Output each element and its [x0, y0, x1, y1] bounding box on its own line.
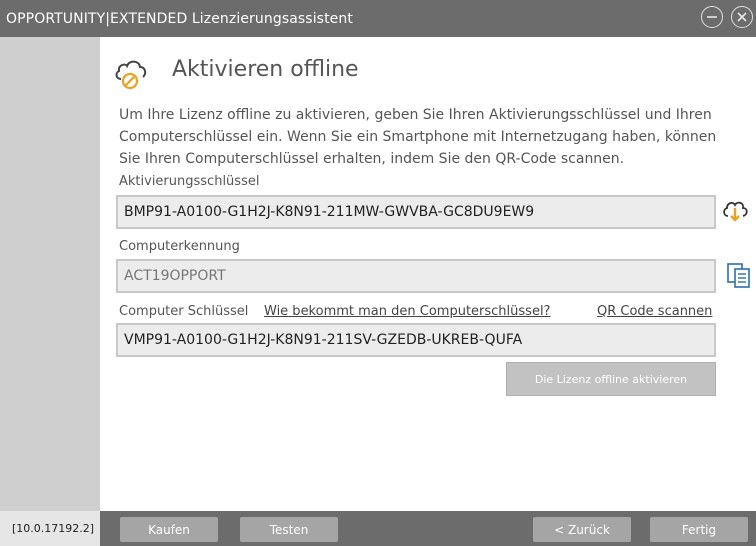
title-bar: OPPORTUNITY|EXTENDED Lizenzierungsassist… — [0, 0, 756, 37]
copy-icon[interactable] — [726, 262, 752, 292]
computer-id-field: ACT19OPPORT — [116, 259, 716, 293]
activate-offline-button[interactable]: Die Lizenz offline aktivieren — [506, 362, 716, 396]
minimize-icon[interactable] — [701, 6, 723, 28]
activation-key-field[interactable]: BMP91-A0100-G1H2J-K8N91-211MW-GWVBA-GC8D… — [116, 195, 716, 229]
sidebar — [0, 37, 100, 511]
back-button[interactable]: < Zurück — [533, 517, 631, 542]
close-icon[interactable] — [731, 6, 753, 28]
computer-id-label: Computerkennung — [119, 239, 240, 254]
test-button[interactable]: Testen — [240, 517, 338, 542]
finish-button[interactable]: Fertig — [650, 517, 748, 542]
computer-key-field[interactable]: VMP91-A0100-G1H2J-K8N91-211SV-GZEDB-UKRE… — [116, 323, 716, 357]
activation-key-label: Aktivierungsschlüssel — [119, 174, 260, 189]
cloud-offline-icon — [113, 55, 149, 91]
license-wizard-window: OPPORTUNITY|EXTENDED Lizenzierungsassist… — [0, 0, 756, 546]
page-title: Aktivieren offline — [172, 57, 359, 82]
cloud-download-icon[interactable] — [722, 198, 748, 228]
computer-key-help-link[interactable]: Wie bekommt man den Computerschlüssel? — [264, 304, 550, 319]
version-label: [10.0.17192.2] — [12, 522, 95, 535]
computer-key-label: Computer Schlüssel — [119, 304, 249, 319]
buy-button[interactable]: Kaufen — [120, 517, 218, 542]
window-title: OPPORTUNITY|EXTENDED Lizenzierungsassist… — [6, 10, 353, 27]
qr-code-scan-link[interactable]: QR Code scannen — [597, 304, 712, 319]
page-description: Um Ihre Lizenz offline zu aktivieren, ge… — [119, 107, 717, 167]
